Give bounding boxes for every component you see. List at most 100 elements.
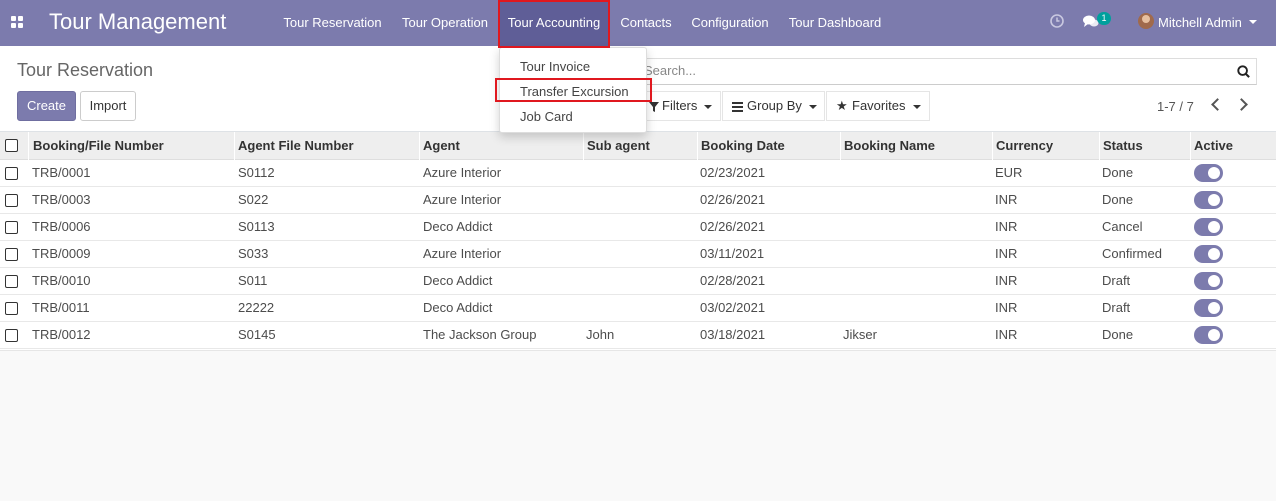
breadcrumb-title: Tour Reservation (17, 60, 154, 80)
row-checkbox[interactable] (5, 248, 18, 261)
dropdown-item-tour-invoice[interactable]: Tour Invoice (520, 59, 590, 74)
filters-label: Filters (662, 98, 698, 113)
column-header[interactable]: Booking Date (701, 132, 785, 160)
dropdown-item-job-card[interactable]: Job Card (520, 109, 573, 124)
user-avatar[interactable] (1138, 13, 1154, 29)
cell-booking-date: 03/18/2021 (700, 327, 766, 342)
active-toggle[interactable] (1194, 326, 1223, 344)
column-header[interactable]: Active (1194, 132, 1233, 160)
table-row[interactable]: TRB/0010 S011 Deco Addict 02/28/2021 INR… (0, 268, 1276, 295)
cell-agent-file-number: S033 (238, 246, 269, 261)
favorites-caret-icon (913, 105, 921, 109)
cell-currency: INR (995, 219, 1018, 234)
cell-agent: Deco Addict (423, 219, 493, 234)
pager-value[interactable]: 1-7 / 7 (1157, 99, 1194, 114)
column-header[interactable]: Status (1103, 132, 1143, 160)
cell-status: Cancel (1102, 219, 1143, 234)
user-caret-icon (1249, 20, 1257, 24)
cell-booking-number: TRB/0012 (32, 327, 91, 342)
cell-booking-number: TRB/0009 (32, 246, 91, 261)
cell-agent-file-number: S0112 (238, 165, 275, 180)
group-by-button[interactable]: Group By (722, 91, 825, 121)
active-toggle[interactable] (1194, 191, 1223, 209)
favorites-button[interactable]: ★ Favorites (826, 91, 930, 121)
search-icon[interactable] (1237, 65, 1250, 78)
highlight-transfer-excursion (495, 78, 652, 102)
menu-tour-reservation[interactable]: Tour Reservation (274, 0, 391, 46)
filters-button[interactable]: Filters (640, 91, 721, 121)
cell-status: Draft (1102, 273, 1131, 288)
cell-agent: Azure Interior (423, 165, 502, 180)
highlight-tour-accounting (498, 0, 610, 48)
table-row[interactable]: TRB/0003 S022 Azure Interior 02/26/2021 … (0, 187, 1276, 214)
column-divider (419, 132, 420, 160)
row-checkbox[interactable] (5, 221, 18, 234)
table-row[interactable]: TRB/0011 22222 Deco Addict 03/02/2021 IN… (0, 295, 1276, 322)
column-divider (697, 132, 698, 160)
cell-sub-agent: John (586, 327, 615, 342)
column-divider (583, 132, 584, 160)
select-all-checkbox[interactable] (5, 139, 18, 152)
cell-currency: EUR (995, 165, 1023, 180)
search-bar (638, 58, 1257, 85)
active-toggle[interactable] (1194, 164, 1223, 182)
cell-booking-date: 03/02/2021 (700, 300, 766, 315)
table-row[interactable]: TRB/0012 S0145 The Jackson Group John 03… (0, 322, 1276, 349)
cell-agent-file-number: S0145 (238, 327, 276, 342)
import-button[interactable]: Import (80, 91, 136, 121)
cell-booking-date: 03/11/2021 (700, 246, 765, 261)
row-checkbox[interactable] (5, 167, 18, 180)
menu-contacts[interactable]: Contacts (612, 0, 680, 46)
app-title: Tour Management (49, 9, 227, 34)
cell-booking-number: TRB/0011 (32, 300, 90, 315)
cell-agent-file-number: S022 (238, 192, 269, 207)
column-divider (1099, 132, 1100, 160)
group-by-icon (732, 102, 743, 112)
cell-booking-number: TRB/0001 (32, 165, 91, 180)
active-toggle[interactable] (1194, 299, 1223, 317)
active-toggle[interactable] (1194, 272, 1223, 290)
cell-booking-date: 02/26/2021 (700, 219, 766, 234)
table-row[interactable]: TRB/0006 S0113 Deco Addict 02/26/2021 IN… (0, 214, 1276, 241)
pager-next-icon[interactable] (1235, 98, 1248, 111)
apps-grid-icon[interactable] (11, 16, 23, 28)
pager-previous-icon[interactable] (1211, 98, 1224, 111)
menu-tour-dashboard[interactable]: Tour Dashboard (780, 0, 890, 46)
cell-status: Done (1102, 165, 1134, 180)
cell-agent: Deco Addict (423, 273, 493, 288)
top-navbar: Tour Management Tour Reservation Tour Op… (0, 0, 1276, 46)
column-header[interactable]: Booking/File Number (33, 132, 164, 160)
cell-agent-file-number: 22222 (238, 300, 275, 315)
cell-currency: INR (995, 192, 1018, 207)
cell-status: Draft (1102, 300, 1131, 315)
row-checkbox[interactable] (5, 194, 18, 207)
column-header[interactable]: Agent (423, 132, 460, 160)
cell-agent: Azure Interior (423, 246, 502, 261)
active-toggle[interactable] (1194, 218, 1223, 236)
cell-agent-file-number: S0113 (238, 219, 275, 234)
menu-tour-operation[interactable]: Tour Operation (392, 0, 498, 46)
column-divider (840, 132, 841, 160)
activity-clock-icon[interactable] (1050, 14, 1064, 28)
create-button[interactable]: Create (17, 91, 76, 121)
cell-booking-date: 02/23/2021 (700, 165, 766, 180)
menu-configuration[interactable]: Configuration (683, 0, 777, 46)
column-header[interactable]: Booking Name (844, 132, 935, 160)
user-name[interactable]: Mitchell Admin (1158, 15, 1242, 30)
cell-agent: The Jackson Group (423, 327, 537, 342)
search-input[interactable] (644, 63, 1204, 78)
table-row[interactable]: TRB/0001 S0112 Azure Interior 02/23/2021… (0, 160, 1276, 187)
active-toggle[interactable] (1194, 245, 1223, 263)
cell-status: Done (1102, 192, 1134, 207)
star-icon: ★ (836, 98, 848, 113)
column-header[interactable]: Agent File Number (238, 132, 354, 160)
table-row[interactable]: TRB/0009 S033 Azure Interior 03/11/2021 … (0, 241, 1276, 268)
cell-booking-date: 02/28/2021 (700, 273, 766, 288)
column-header[interactable]: Sub agent (587, 132, 650, 160)
messages-badge: 1 (1097, 12, 1111, 25)
row-checkbox[interactable] (5, 302, 18, 315)
row-checkbox[interactable] (5, 275, 18, 288)
column-header[interactable]: Currency (996, 132, 1053, 160)
cell-status: Confirmed (1102, 246, 1162, 261)
row-checkbox[interactable] (5, 329, 18, 342)
